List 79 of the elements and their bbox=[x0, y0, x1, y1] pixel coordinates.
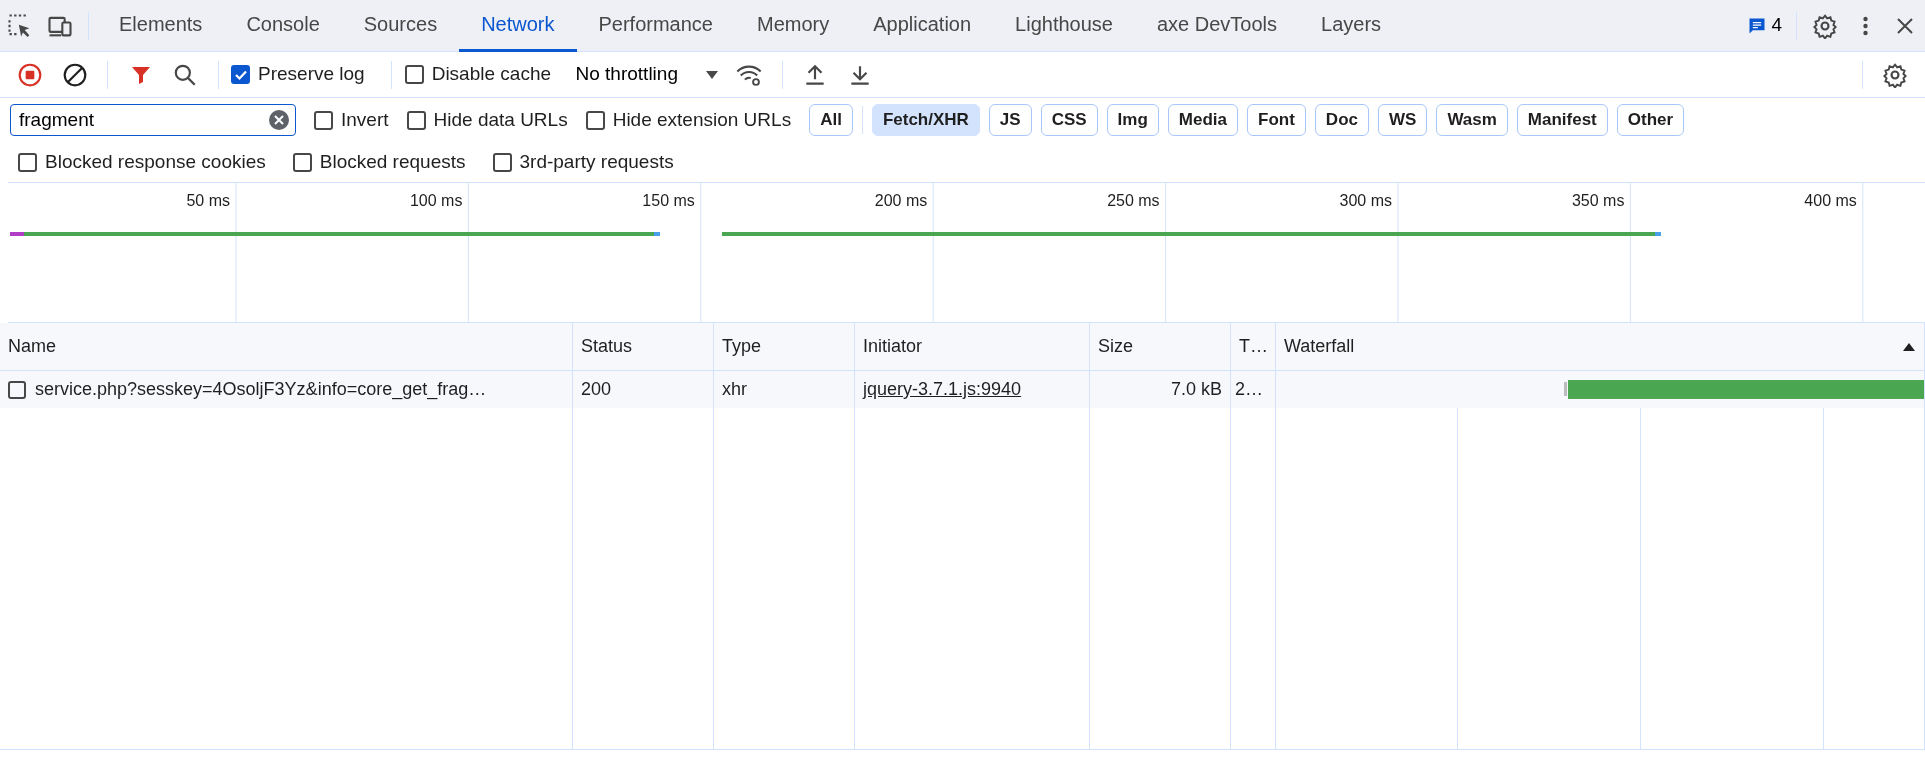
row-checkbox[interactable] bbox=[8, 380, 26, 399]
checkbox-option[interactable]: Hide extension URLs bbox=[585, 105, 792, 135]
panel-tab[interactable]: Layers bbox=[1299, 0, 1404, 52]
sort-ascending-icon bbox=[1902, 341, 1916, 352]
request-name: service.php?sesskey=4OsoljF3Yz&info=core_get_frag… bbox=[35, 378, 487, 402]
throttling-dropdown[interactable]: No throttling bbox=[569, 59, 725, 90]
checkbox-label: Hide extension URLs bbox=[612, 107, 792, 132]
checkbox[interactable] bbox=[18, 152, 37, 172]
type-filter-chip[interactable]: Wasm bbox=[1436, 104, 1508, 136]
column-header[interactable]: Status bbox=[573, 323, 714, 371]
time-tick-label: 400 ms bbox=[1804, 191, 1857, 211]
table-cell: 2… bbox=[1231, 371, 1276, 408]
checkbox-option[interactable]: Blocked requests bbox=[292, 147, 466, 177]
type-filter-chip[interactable]: Doc bbox=[1314, 104, 1369, 136]
issues-button[interactable]: 4 bbox=[1740, 10, 1788, 41]
time-tick-label: 300 ms bbox=[1339, 191, 1392, 211]
table-cell: xhr bbox=[714, 371, 855, 408]
type-filter-chip[interactable]: All bbox=[809, 104, 853, 136]
type-filter-chip[interactable]: Img bbox=[1106, 104, 1159, 136]
checkbox-option[interactable]: Hide data URLs bbox=[406, 105, 568, 135]
table-cell: 7.0 kB bbox=[1090, 371, 1231, 408]
column-header[interactable]: T… bbox=[1231, 323, 1276, 371]
type-filter-chip[interactable]: Manifest bbox=[1516, 104, 1608, 136]
time-tick-label: 50 ms bbox=[186, 191, 230, 211]
panel-tab[interactable]: Network bbox=[459, 0, 577, 52]
checkbox[interactable] bbox=[492, 152, 512, 172]
time-tick-label: 250 ms bbox=[1107, 191, 1160, 211]
column-header[interactable]: Size bbox=[1090, 323, 1231, 371]
time-tick-label: 350 ms bbox=[1571, 191, 1625, 211]
checkbox-option[interactable]: Disable cache bbox=[404, 60, 551, 89]
panel-tab[interactable]: Performance bbox=[576, 0, 735, 52]
filter-field[interactable]: fragment bbox=[10, 104, 296, 136]
column-header[interactable]: Initiator bbox=[855, 323, 1090, 371]
checkbox[interactable] bbox=[406, 110, 426, 130]
settings-icon bbox=[1812, 12, 1838, 39]
time-tick-label: 100 ms bbox=[409, 191, 463, 211]
column-header[interactable]: Type bbox=[714, 323, 855, 371]
checkbox[interactable] bbox=[314, 110, 333, 130]
panel-tab[interactable]: Sources bbox=[341, 0, 460, 52]
panel-tab[interactable]: Memory bbox=[735, 0, 852, 52]
time-tick-label: 200 ms bbox=[874, 191, 928, 211]
checkbox-option[interactable]: Blocked response cookies bbox=[18, 147, 266, 177]
table-cell: 200 bbox=[573, 371, 714, 408]
checkbox[interactable] bbox=[585, 110, 605, 130]
type-filter-chip[interactable]: Fetch/XHR bbox=[871, 104, 980, 136]
panel-tab[interactable]: axe DevTools bbox=[1134, 0, 1299, 52]
panel-tab[interactable]: Application bbox=[851, 0, 994, 52]
panel-tab[interactable]: Elements bbox=[97, 0, 225, 52]
checkbox[interactable] bbox=[292, 152, 312, 172]
clear-icon bbox=[61, 61, 88, 88]
clear-icon[interactable] bbox=[268, 109, 290, 131]
checkbox-option[interactable]: Invert bbox=[314, 105, 389, 135]
more-icon bbox=[1862, 15, 1868, 36]
type-filter-chip[interactable]: Font bbox=[1247, 104, 1306, 136]
caret-icon bbox=[704, 69, 719, 80]
checkbox[interactable] bbox=[231, 65, 250, 84]
settings-icon bbox=[1882, 61, 1908, 88]
panel-tab[interactable]: Console bbox=[224, 0, 342, 52]
checkbox-label: Invert bbox=[341, 107, 389, 132]
checkbox-label: Disable cache bbox=[431, 62, 551, 87]
checkbox-label: Blocked response cookies bbox=[45, 149, 266, 174]
type-filter-chip[interactable]: WS bbox=[1378, 104, 1428, 136]
table-cell[interactable]: service.php?sesskey=4OsoljF3Yz&info=core_get_frag… bbox=[0, 371, 573, 408]
panel-tab[interactable]: Lighthouse bbox=[993, 0, 1135, 52]
checkbox-option[interactable]: 3rd-party requests bbox=[492, 147, 674, 177]
type-filter-chip[interactable]: JS bbox=[988, 104, 1032, 136]
type-filter-chip[interactable]: CSS bbox=[1040, 104, 1098, 136]
checkbox-label: Blocked requests bbox=[319, 149, 466, 174]
checkbox-label: Hide data URLs bbox=[433, 107, 568, 132]
time-tick-label: 150 ms bbox=[642, 191, 695, 211]
checkbox-label: 3rd-party requests bbox=[519, 149, 674, 174]
type-filter-chip[interactable]: Other bbox=[1616, 104, 1685, 136]
checkbox[interactable] bbox=[404, 65, 424, 84]
checkbox-option[interactable]: Preserve log bbox=[231, 60, 365, 89]
column-header[interactable]: Name bbox=[0, 323, 573, 371]
record-icon bbox=[17, 61, 43, 88]
type-filter-chip[interactable]: Media bbox=[1167, 104, 1239, 136]
checkbox-label: Preserve log bbox=[258, 62, 365, 87]
column-header[interactable]: Waterfall bbox=[1276, 323, 1925, 371]
